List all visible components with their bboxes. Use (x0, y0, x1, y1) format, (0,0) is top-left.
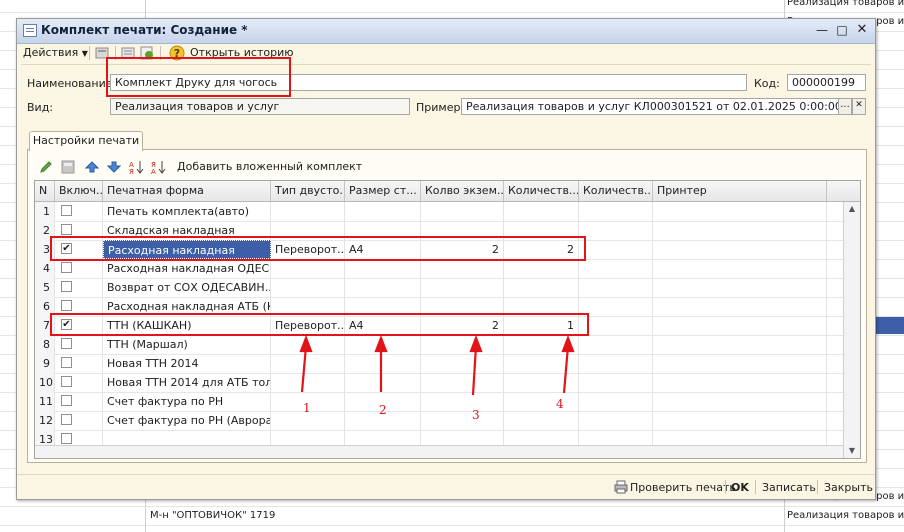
annotation-arrowhead-3 (469, 334, 483, 353)
annotation-arrowhead-1 (299, 334, 313, 353)
annotation-label-1: 1 (303, 401, 311, 415)
annotation-label-2: 2 (379, 403, 387, 417)
annotation-arrow-4 (562, 345, 570, 394)
annotation-arrows (299, 334, 575, 396)
annotation-arrowhead-2 (374, 334, 388, 353)
annotation-arrow-3 (471, 345, 478, 396)
annotation-arrow-1 (300, 345, 308, 393)
annotation-arrowhead-4 (561, 334, 575, 353)
annotation-label-3: 3 (472, 408, 480, 422)
annotation-label-4: 4 (556, 397, 564, 411)
